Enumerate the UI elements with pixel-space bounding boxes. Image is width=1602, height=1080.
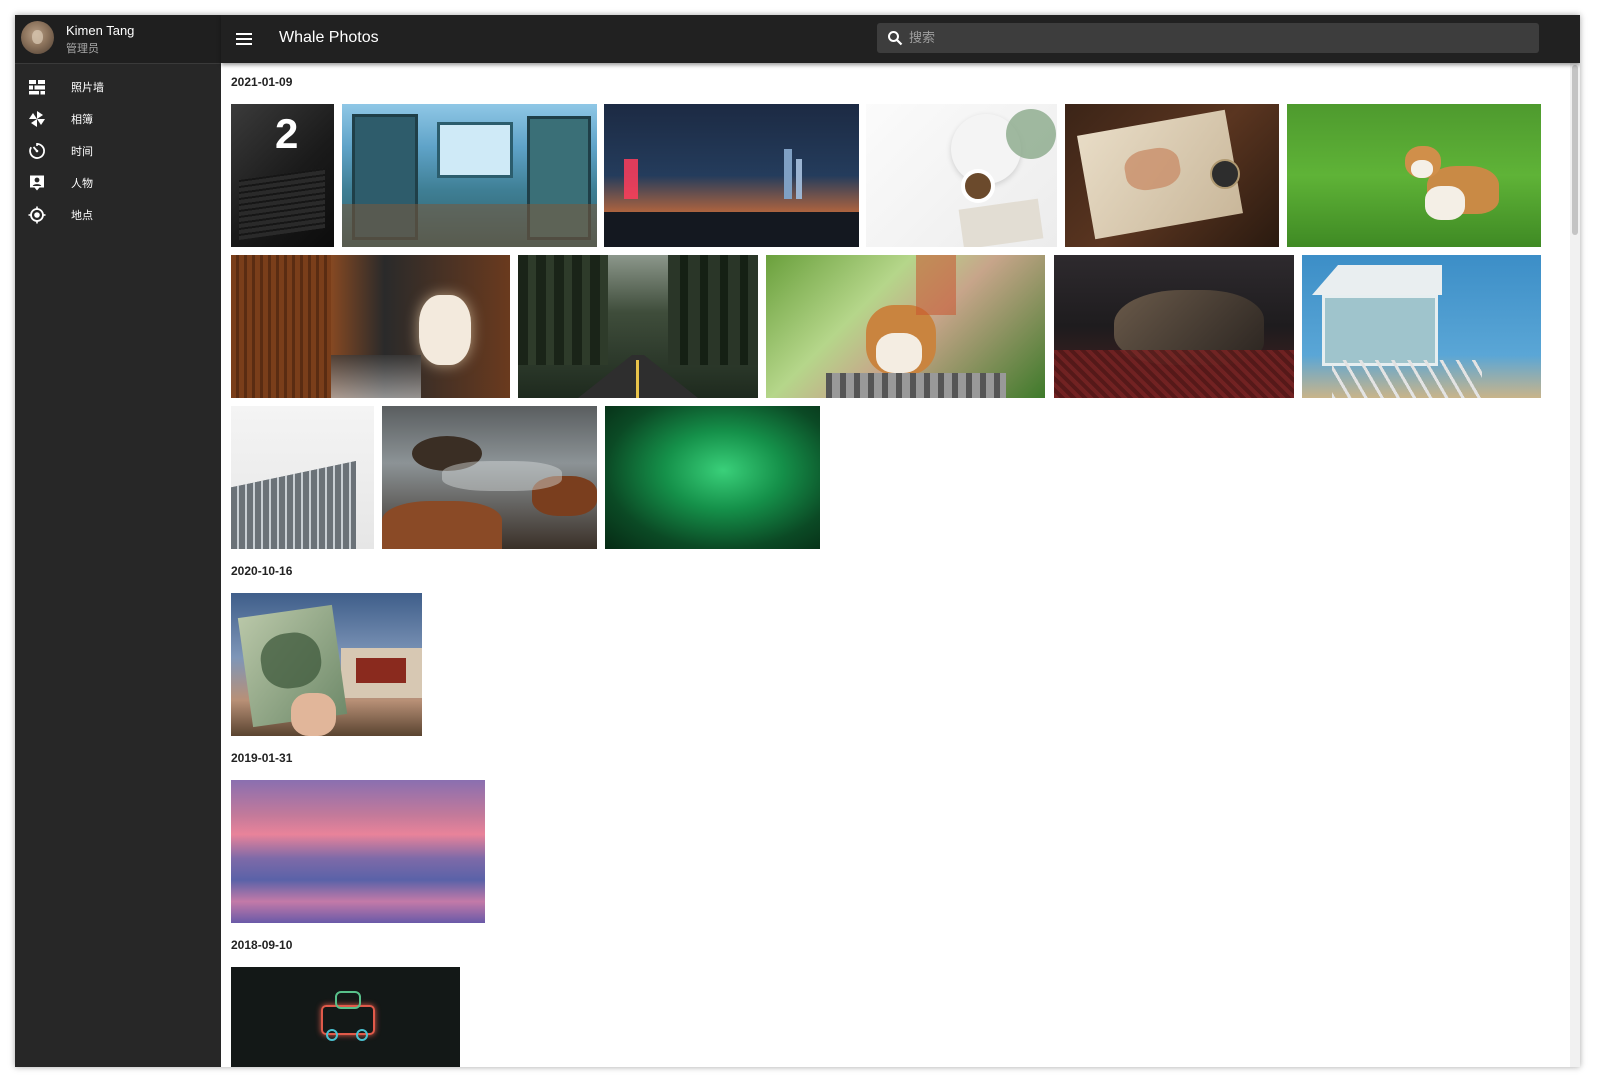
photo-thumbnail[interactable] [231,593,422,736]
photo-wall-icon [29,80,45,95]
photo-thumbnail[interactable] [605,406,820,549]
person-card-icon [30,175,44,191]
app-title: Whale Photos [279,29,379,46]
search-input[interactable] [909,23,1519,53]
user-name: Kimen Tang [66,23,135,38]
menu-icon[interactable] [233,28,255,50]
photo-thumbnail[interactable] [342,104,597,247]
date-heading: 2021-01-09 [231,75,293,89]
sidebar-item-places[interactable]: 地点 [15,199,221,231]
sidebar: Kimen Tang 管理员 照片墙 相簿 时间 人物 地点 [15,15,221,1067]
user-role: 管理员 [66,43,99,55]
sidebar-item-label: 地点 [71,210,93,222]
sidebar-nav: 照片墙 相簿 时间 人物 地点 [15,71,221,231]
photo-thumbnail[interactable] [231,255,510,398]
sidebar-item-people[interactable]: 人物 [15,167,221,199]
sidebar-item-label: 时间 [71,146,93,158]
photo-thumbnail[interactable] [1054,255,1294,398]
search-box[interactable] [877,23,1539,53]
vertical-scrollbar[interactable] [1570,63,1580,1067]
date-heading: 2020-10-16 [231,564,293,578]
photo-timeline: 2021-01-09 2 2020-10-16 2019-01-31 2018-… [221,63,1570,1067]
app-window: Kimen Tang 管理员 照片墙 相簿 时间 人物 地点 Whale Pho… [15,15,1580,1067]
location-target-icon [28,206,46,224]
album-pinwheel-icon [29,111,45,127]
sidebar-item-label: 人物 [71,178,93,190]
top-bar: Whale Photos [221,15,1580,63]
photo-thumbnail[interactable] [382,406,597,549]
avatar[interactable] [21,21,54,54]
sidebar-item-album[interactable]: 相簿 [15,103,221,135]
search-icon [888,31,903,46]
photo-thumbnail[interactable] [766,255,1045,398]
user-profile[interactable]: Kimen Tang 管理员 [15,15,221,64]
date-heading: 2019-01-31 [231,751,293,765]
timer-icon [29,143,45,159]
sidebar-item-label: 相簿 [71,114,93,126]
date-heading: 2018-09-10 [231,938,293,952]
sidebar-item-time[interactable]: 时间 [15,135,221,167]
photo-thumbnail[interactable] [1302,255,1541,398]
photo-thumbnail[interactable] [866,104,1057,247]
photo-thumbnail[interactable] [231,967,460,1067]
photo-thumbnail[interactable]: 2 [231,104,334,247]
photo-thumbnail[interactable] [231,406,374,549]
sidebar-item-photo-wall[interactable]: 照片墙 [15,71,221,103]
photo-thumbnail[interactable] [604,104,859,247]
photo-thumbnail[interactable] [1287,104,1541,247]
scrollbar-thumb[interactable] [1572,65,1578,235]
photo-thumbnail[interactable] [231,780,485,923]
sidebar-item-label: 照片墙 [71,82,104,94]
photo-thumbnail[interactable] [1065,104,1279,247]
photo-thumbnail[interactable] [518,255,758,398]
